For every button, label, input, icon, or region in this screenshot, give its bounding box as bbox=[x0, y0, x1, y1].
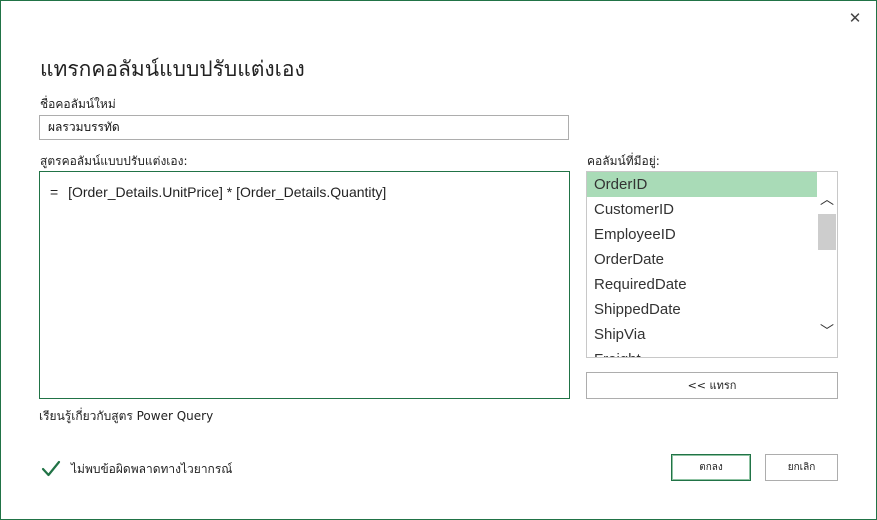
dialog-title: แทรกคอลัมน์แบบปรับแต่งเอง bbox=[40, 57, 305, 81]
available-columns-label: คอลัมน์ที่มีอยู่: bbox=[587, 154, 660, 168]
available-columns-list[interactable]: OrderID CustomerID EmployeeID OrderDate Requ… bbox=[586, 171, 838, 358]
scroll-down-icon[interactable]: ﹀ bbox=[817, 322, 837, 342]
formula-expression[interactable]: [Order_Details.UnitPrice] * [Order_Detai… bbox=[68, 184, 386, 200]
formula-equals: = bbox=[50, 184, 59, 200]
custom-column-dialog: ✕ แทรกคอลัมน์แบบปรับแต่งเอง ชื่อคอลัมน์ใ… bbox=[0, 0, 877, 520]
column-list-item[interactable]: EmployeeID bbox=[587, 222, 817, 247]
formula-label: สูตรคอลัมน์แบบปรับแต่งเอง: bbox=[40, 154, 188, 168]
insert-column-button[interactable]: << แทรก bbox=[586, 372, 838, 399]
column-list-item[interactable]: ShippedDate bbox=[587, 297, 817, 322]
new-column-name-input[interactable] bbox=[39, 115, 569, 140]
formula-editor[interactable]: = [Order_Details.UnitPrice] * [Order_Det… bbox=[39, 171, 570, 399]
scroll-thumb[interactable] bbox=[818, 214, 836, 250]
syntax-status: ไม่พบข้อผิดพลาดทางไวยากรณ์ bbox=[41, 457, 232, 481]
scroll-up-icon[interactable]: ︿ bbox=[817, 190, 837, 210]
syntax-status-text: ไม่พบข้อผิดพลาดทางไวยากรณ์ bbox=[71, 461, 233, 476]
column-list-item[interactable]: OrderID bbox=[587, 172, 817, 197]
cancel-button[interactable]: ยกเลิก bbox=[765, 454, 838, 481]
column-list-item[interactable]: OrderDate bbox=[587, 247, 817, 272]
close-button[interactable]: ✕ bbox=[846, 9, 864, 27]
ok-button[interactable]: ตกลง bbox=[671, 454, 751, 481]
column-list-item[interactable]: CustomerID bbox=[587, 197, 817, 222]
available-columns-items: OrderID CustomerID EmployeeID OrderDate Requ… bbox=[587, 172, 817, 357]
learn-power-query-link[interactable]: เรียนรู้เกี่ยวกับสูตร Power Query bbox=[39, 407, 213, 426]
column-list-item[interactable]: Freight bbox=[587, 347, 817, 357]
column-list-item[interactable]: RequiredDate bbox=[587, 272, 817, 297]
column-list-item[interactable]: ShipVia bbox=[587, 322, 817, 347]
list-scrollbar[interactable]: ︿ ﹀ bbox=[817, 172, 837, 357]
new-column-name-label: ชื่อคอลัมน์ใหม่ bbox=[40, 97, 116, 111]
close-icon[interactable]: ✕ bbox=[849, 9, 862, 27]
check-icon bbox=[41, 460, 61, 477]
